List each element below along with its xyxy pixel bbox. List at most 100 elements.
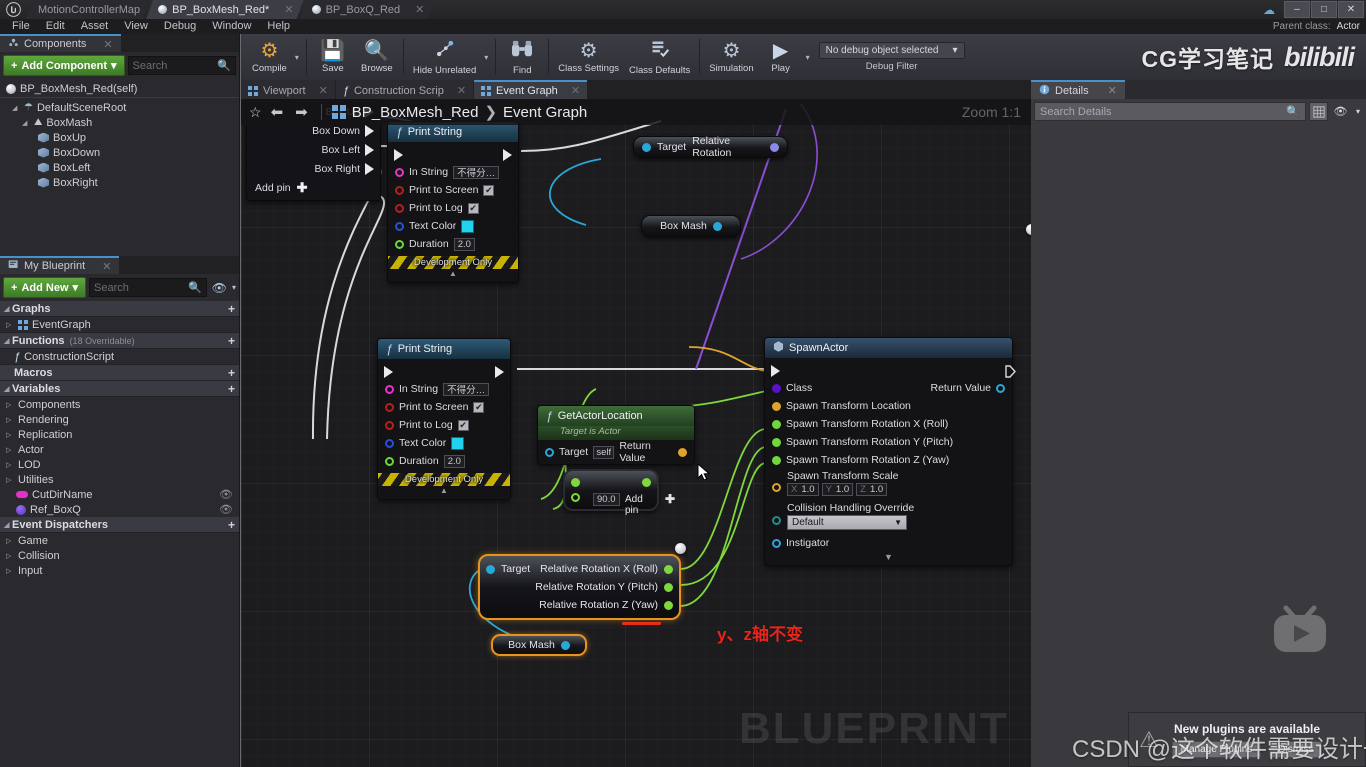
scale-x-field[interactable]: X 1.0 [787, 483, 819, 496]
exec-out-pin[interactable] [997, 364, 1016, 378]
close-icon[interactable]: ✕ [103, 38, 112, 51]
mb-item-constructionscript[interactable]: ƒ ConstructionScript [0, 349, 239, 365]
toolbar-simulation-button[interactable]: ⚙ Simulation [704, 35, 758, 79]
add-macro-button[interactable]: + [228, 366, 235, 380]
tab-construction-script[interactable]: ƒ Construction Scrip ✕ [335, 80, 474, 99]
vector-pin-icon[interactable] [772, 483, 781, 492]
expander-icon[interactable]: ▷ [6, 321, 14, 329]
float-out-pin-icon[interactable] [642, 477, 651, 487]
float-pin-icon[interactable] [772, 437, 781, 447]
expander-icon[interactable]: ◢ [4, 337, 12, 345]
float-pin-icon[interactable] [664, 564, 673, 574]
float-pin-icon[interactable] [772, 419, 781, 429]
expander-icon[interactable]: ▷ [6, 476, 14, 484]
close-icon[interactable]: ✕ [571, 84, 580, 97]
pin-spawn-rotation-yaw[interactable]: Spawn Transform Rotation Z (Yaw) [765, 451, 1012, 469]
scale-y-field[interactable]: Y 1.0 [821, 483, 854, 496]
section-event-dispatchers[interactable]: ◢ Event Dispatchers + [0, 517, 239, 533]
exec-in-pin[interactable] [384, 365, 393, 378]
section-variables[interactable]: ◢ Variables + [0, 381, 239, 397]
compile-options-caret-icon[interactable]: ▾ [292, 53, 302, 62]
print-to-log-checkbox[interactable]: ✔ [467, 202, 479, 214]
tree-item-self[interactable]: BP_BoxMesh_Red(self) [0, 81, 239, 98]
struct-pin-icon[interactable] [385, 438, 394, 448]
print-string-node-top[interactable]: ƒ Print String In String 不得分… Print to S… [387, 121, 519, 283]
section-macros[interactable]: Macros + [0, 365, 239, 381]
float-pin-icon[interactable] [571, 477, 580, 487]
close-icon[interactable]: ✕ [319, 84, 328, 97]
section-functions[interactable]: ◢ Functions (18 Overridable) + [0, 333, 239, 349]
mb-item-ref-boxq[interactable]: Ref_BoxQ 👁 [0, 502, 239, 517]
switch-add-pin-button[interactable]: Add pin ✚ [247, 178, 380, 196]
text-color-swatch[interactable] [451, 436, 465, 450]
vector-pin-icon[interactable] [678, 447, 687, 457]
relative-rotation-getter-node[interactable]: Target Relative Rotation [633, 135, 788, 159]
details-search-input[interactable]: Search Details 🔍 [1034, 102, 1306, 121]
eye-icon[interactable]: 👁 [219, 503, 233, 516]
reroute-node[interactable] [1026, 224, 1031, 235]
duration-value[interactable]: 2.0 [453, 237, 475, 251]
chevron-down-icon[interactable]: ▾ [1353, 102, 1363, 121]
mb-item-eventgraph[interactable]: ▷ EventGraph [0, 317, 239, 333]
toolbar-hide-unrelated-button[interactable]: Hide Unrelated [408, 35, 481, 79]
pin-instigator[interactable]: Instigator [765, 534, 1012, 552]
mb-item-collision[interactable]: ▷ Collision [0, 548, 239, 563]
close-button[interactable]: ✕ [1338, 1, 1364, 18]
object-pin-icon[interactable] [560, 640, 570, 650]
plus-icon[interactable]: ✚ [665, 492, 675, 506]
object-pin-icon[interactable] [486, 564, 495, 574]
my-blueprint-search-input[interactable]: Search 🔍 [89, 278, 207, 297]
enum-pin-icon[interactable] [772, 516, 781, 525]
add-function-button[interactable]: + [228, 334, 235, 348]
pin-spawn-rotation-pitch[interactable]: Spawn Transform Rotation Y (Pitch) [765, 433, 1012, 451]
collapse-toggle[interactable]: ▲ [388, 269, 518, 279]
object-pin-icon[interactable] [545, 447, 554, 457]
toolbar-browse-button[interactable]: 🔍 Browse [355, 35, 399, 79]
grid-view-button[interactable] [1309, 102, 1328, 121]
collapse-toggle[interactable]: ▼ [765, 552, 1012, 562]
manage-plugins-button[interactable]: Manage Plugins [1171, 740, 1262, 758]
print-string-node-mid[interactable]: ƒ Print String In String 不得分… Print to S… [377, 338, 511, 500]
hide-unrelated-caret-icon[interactable]: ▾ [481, 53, 491, 62]
mb-item-cutdirname[interactable]: CutDirName 👁 [0, 487, 239, 502]
menu-edit[interactable]: Edit [38, 19, 73, 34]
exec-out-pin[interactable] [495, 365, 504, 378]
object-pin-icon[interactable] [642, 142, 651, 152]
chevron-down-icon[interactable]: ▾ [232, 283, 236, 292]
expander-icon[interactable]: ◢ [4, 385, 12, 393]
pin-spawn-transform-location[interactable]: Spawn Transform Location [765, 397, 1012, 415]
back-arrow-icon[interactable]: ⬅ [268, 103, 287, 121]
window-tab-bp-boxmesh-red[interactable]: BP_BoxMesh_Red* ✕ [146, 0, 303, 19]
expander-icon[interactable]: ▷ [6, 461, 14, 469]
exec-pin-icon[interactable] [365, 162, 374, 175]
tab-components[interactable]: Components ✕ [0, 34, 121, 52]
breadcrumb-root[interactable]: BP_BoxMesh_Red [352, 104, 479, 121]
struct-pin-icon[interactable] [395, 221, 404, 231]
minimize-button[interactable]: – [1284, 1, 1310, 18]
object-pin-icon[interactable] [772, 538, 781, 548]
toolbar-find-button[interactable]: Find [500, 35, 544, 79]
toolbar-compile-button[interactable]: ⚙ Compile [247, 35, 292, 79]
mb-item-game[interactable]: ▷ Game [0, 533, 239, 548]
add-component-button[interactable]: + Add Component ▾ [3, 55, 125, 76]
pin-print-to-screen[interactable]: Print to Screen ✔ [388, 181, 518, 199]
mb-item-actor[interactable]: ▷ Actor [0, 442, 239, 457]
cloud-sync-icon[interactable]: ☁ [1263, 3, 1275, 17]
components-search-input[interactable]: Search 🔍 [127, 56, 236, 75]
dismiss-button[interactable]: Dismiss [1269, 740, 1323, 758]
reroute-node[interactable] [675, 543, 686, 554]
exec-out-pin[interactable] [503, 148, 512, 161]
window-tab-motioncontrollermap[interactable]: MotionControllerMap [26, 0, 150, 19]
expander-icon[interactable]: ▷ [6, 431, 14, 439]
expander-icon[interactable]: ◢ [22, 119, 30, 127]
event-graph-canvas[interactable]: ☆ ⬅ ➡ BP_BoxMesh_Red ❯ Event Graph Zoom … [241, 99, 1031, 767]
exec-pin-icon[interactable] [365, 143, 374, 156]
expander-icon[interactable]: ▷ [6, 401, 14, 409]
bool-pin-icon[interactable] [395, 203, 404, 213]
box-mash-getter-node-bottom[interactable]: Box Mash [491, 634, 587, 656]
bool-pin-icon[interactable] [395, 185, 404, 195]
expander-icon[interactable]: ▷ [6, 416, 14, 424]
pin-duration[interactable]: Duration 2.0 [388, 235, 518, 253]
close-icon[interactable]: ✕ [102, 260, 111, 273]
mb-item-replication[interactable]: ▷ Replication [0, 427, 239, 442]
